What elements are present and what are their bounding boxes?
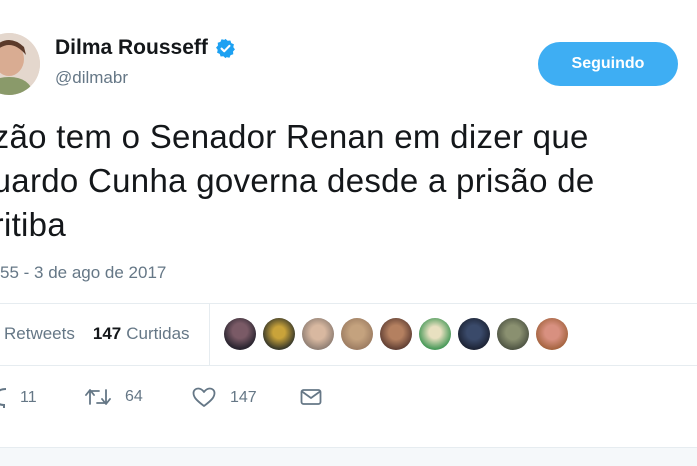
profile-handle[interactable]: @dilmabr (55, 68, 128, 88)
tweet-text: azão tem o Senador Renan em dizer que du… (0, 118, 595, 243)
reply-icon (0, 388, 7, 408)
profile-name-row: Dilma Rousseff (55, 36, 236, 60)
retweet-action[interactable]: 64 (85, 387, 143, 407)
retweets-stat[interactable]: Retweets (4, 324, 75, 344)
liker-avatar[interactable] (536, 318, 568, 350)
liker-avatar[interactable] (224, 318, 256, 350)
liker-avatar[interactable] (263, 318, 295, 350)
liker-avatars (224, 318, 568, 350)
stats-divider-top (0, 303, 697, 304)
tweet-timestamp[interactable]: 55 - 3 de ago de 2017 (0, 263, 166, 283)
stats-divider-vertical (209, 304, 210, 365)
liker-avatar[interactable] (458, 318, 490, 350)
stats-divider-bottom (0, 365, 697, 366)
profile-name[interactable]: Dilma Rousseff (55, 36, 208, 60)
following-button[interactable]: Seguindo (538, 42, 678, 86)
reply-action[interactable]: 11 (0, 387, 37, 409)
liker-avatar[interactable] (419, 318, 451, 350)
tweet-actions: 11 64 147 (0, 387, 697, 411)
like-action[interactable]: 147 (192, 387, 257, 408)
reply-area-edge (0, 447, 697, 466)
likes-stat[interactable]: 147 Curtidas (93, 324, 190, 344)
profile-avatar[interactable] (0, 33, 40, 95)
liker-avatar[interactable] (341, 318, 373, 350)
liker-avatar[interactable] (302, 318, 334, 350)
heart-icon (192, 387, 216, 407)
direct-message-action[interactable] (300, 388, 322, 406)
retweet-icon (85, 389, 111, 405)
liker-avatar[interactable] (497, 318, 529, 350)
envelope-icon (300, 389, 322, 405)
engagement-stats: Retweets 147 Curtidas (4, 324, 190, 344)
liker-avatar[interactable] (380, 318, 412, 350)
verified-badge-icon (215, 38, 235, 58)
